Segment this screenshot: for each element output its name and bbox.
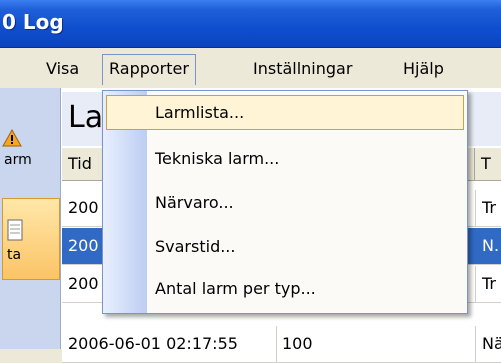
- sidebar-item-data-label: ta: [7, 247, 22, 263]
- cell-time: 2006-06-01 02:17:55: [68, 334, 238, 353]
- warning-icon: [2, 128, 22, 147]
- column-header-type[interactable]: T: [475, 148, 501, 180]
- menu-item-svarstid[interactable]: Svarstid...: [103, 229, 467, 265]
- cell-divider: [276, 326, 277, 362]
- sidebar: arm ta: [0, 88, 61, 349]
- cell-type: Tr: [482, 198, 496, 217]
- sidebar-item-data[interactable]: ta: [2, 198, 60, 280]
- cell-divider: [475, 266, 476, 302]
- cell-time: 200: [68, 236, 99, 255]
- menu-item-label: Larmlista...: [155, 103, 245, 122]
- menu-item-label: Närvaro...: [155, 193, 234, 212]
- table-row[interactable]: 2006-06-01 02:17:55 100 Nä: [62, 326, 501, 363]
- sidebar-item-alarm-label: arm: [4, 152, 32, 168]
- cell-divider: [475, 190, 476, 226]
- cell-time: 200: [68, 198, 99, 217]
- cell-type: N.: [482, 236, 500, 255]
- sidebar-item-alarm[interactable]: arm: [0, 98, 60, 176]
- menu-installningar[interactable]: Inställningar: [247, 57, 358, 81]
- menu-rapporter[interactable]: Rapporter: [102, 54, 196, 85]
- menu-item-label: Svarstid...: [155, 237, 236, 256]
- rapporter-dropdown-menu: Larmlista... Tekniska larm... Närvaro...…: [102, 90, 468, 314]
- window-title: 0 Log: [2, 10, 64, 34]
- menu-visa[interactable]: Visa: [40, 57, 85, 81]
- menu-item-larmlista[interactable]: Larmlista...: [106, 95, 464, 130]
- menu-item-antal-larm-per-typ[interactable]: Antal larm per typ...: [103, 271, 467, 307]
- cell-time: 200: [68, 274, 99, 293]
- cell-type: Tr: [482, 274, 496, 293]
- menu-item-narvaro[interactable]: Närvaro...: [103, 185, 467, 221]
- menu-bar: Visa Rapporter Inställningar Hjälp: [0, 48, 501, 88]
- menu-item-label: Antal larm per typ...: [155, 279, 316, 298]
- menu-item-label: Tekniska larm...: [155, 149, 280, 168]
- page-title: La: [68, 100, 104, 135]
- cell-value: 100: [282, 334, 313, 353]
- title-bar: 0 Log: [0, 0, 501, 48]
- cell-divider: [475, 326, 476, 362]
- menu-hjalp[interactable]: Hjälp: [397, 57, 450, 81]
- document-icon: [7, 219, 23, 241]
- cell-type: Nä: [482, 334, 501, 353]
- menu-item-tekniska-larm[interactable]: Tekniska larm...: [103, 141, 467, 177]
